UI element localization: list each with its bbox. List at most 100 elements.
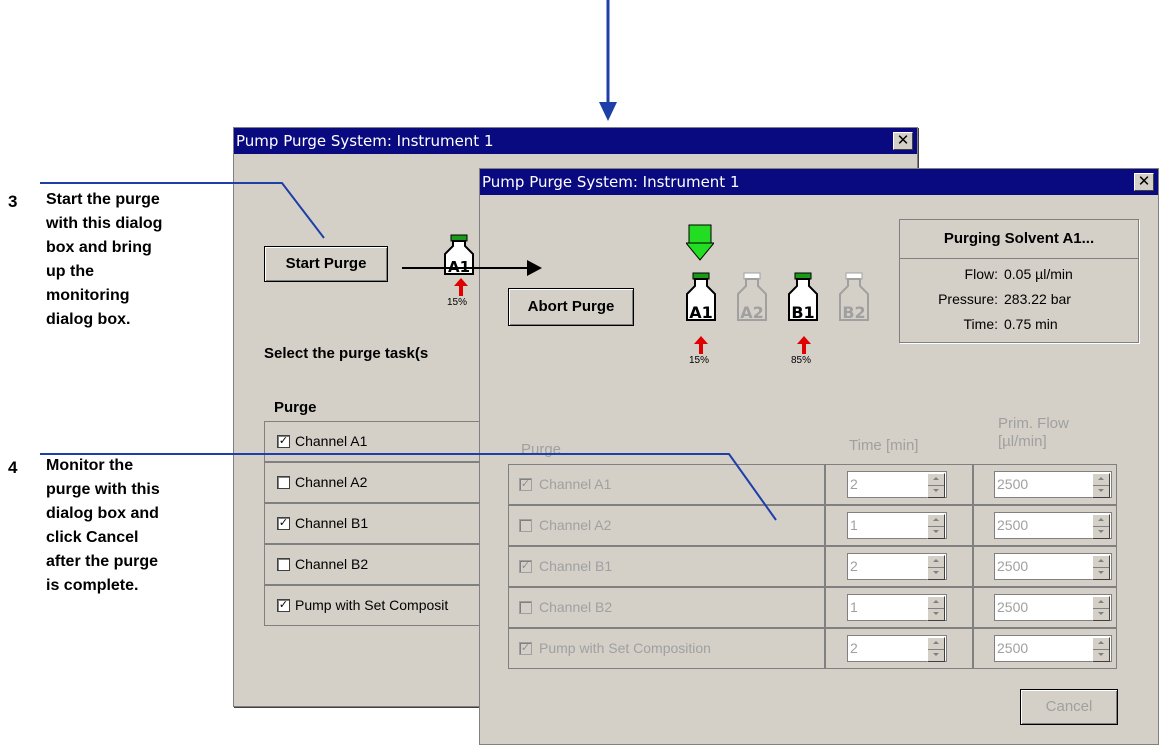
checkbox-b2[interactable] [519, 601, 532, 614]
bottle-a1-icon: A1 [686, 272, 716, 322]
back-dialog-titlebar: Pump Purge System: Instrument 1 ✕ [234, 128, 917, 154]
back-checkbox-b1[interactable]: ✓ [277, 517, 290, 530]
row-time-cell: 1 [825, 505, 973, 546]
back-row-label: Channel B1 [295, 515, 369, 531]
row-channel-a1: ✓ Channel A1 [508, 464, 825, 505]
checkbox-b1[interactable]: ✓ [519, 560, 532, 573]
time-spinner[interactable]: 2 [847, 635, 947, 662]
step-4-text: Monitor the purge with this dialog box a… [46, 457, 160, 594]
bottle-a2-icon: A2 [737, 272, 767, 322]
back-bottle-a1-icon: A1 [444, 234, 474, 276]
status-panel: Purging Solvent A1... Flow: 0.05 µl/min … [899, 219, 1139, 343]
spinner-buttons[interactable] [1092, 596, 1110, 621]
row-channel-a2: Channel A2 [508, 505, 825, 546]
row-flow-cell: 2500 [973, 628, 1117, 669]
back-row-label: Pump with Set Composit [295, 597, 449, 613]
row-label: Channel A1 [539, 476, 612, 492]
row-label: Channel B1 [539, 558, 613, 574]
row-set-composition: ✓ Pump with Set Composition [508, 628, 825, 669]
time-label: Time: [963, 316, 998, 332]
row-time-cell: 2 [825, 628, 973, 669]
svg-text:B2: B2 [842, 303, 865, 322]
col-flow-header-1: Prim. Flow [998, 415, 1069, 432]
row-flow-cell: 2500 [973, 464, 1117, 505]
back-checkbox-a1[interactable]: ✓ [277, 435, 290, 448]
step-3-text: Start the purge with this dialog box and… [46, 191, 163, 328]
abort-purge-button[interactable]: Abort Purge [508, 288, 634, 326]
flow-spinner[interactable]: 2500 [994, 635, 1112, 662]
flow-spinner[interactable]: 2500 [994, 553, 1112, 580]
pressure-label: Pressure: [938, 291, 998, 307]
col-flow-header-2: [µl/min] [998, 433, 1047, 450]
spinner-buttons[interactable] [1092, 514, 1110, 539]
row-time-cell: 1 [825, 587, 973, 628]
step-4-number: 4 [8, 458, 18, 477]
row-time-cell: 2 [825, 464, 973, 505]
row-flow-cell: 2500 [973, 546, 1117, 587]
back-row-label: Channel A2 [295, 474, 368, 490]
col-time-header: Time [min] [849, 437, 919, 454]
top-down-arrow [599, 0, 617, 121]
row-flow-cell: 2500 [973, 505, 1117, 546]
row-channel-b2: Channel B2 [508, 587, 825, 628]
row-label: Channel A2 [539, 517, 612, 533]
checkbox-a2[interactable] [519, 519, 532, 532]
red-arrow-a1-icon [694, 336, 708, 354]
red-arrow-b1-icon [797, 336, 811, 354]
flow-value: 0.05 µl/min [1004, 266, 1073, 282]
back-checkbox-a2[interactable] [277, 476, 290, 489]
bottle-b2-icon: B2 [839, 272, 869, 322]
back-dialog-title: Pump Purge System: Instrument 1 [236, 132, 494, 150]
spinner-buttons[interactable] [1092, 473, 1110, 498]
start-purge-button[interactable]: Start Purge [264, 246, 388, 282]
checkbox-composition[interactable]: ✓ [519, 642, 532, 655]
time-value: 0.75 min [1004, 316, 1058, 332]
svg-text:B1: B1 [791, 303, 814, 322]
valve-icon [686, 224, 714, 261]
time-spinner[interactable]: 2 [847, 553, 947, 580]
select-task-text: Select the purge task(s [264, 345, 429, 362]
back-red-arrow-icon [454, 278, 468, 296]
row-time-cell: 2 [825, 546, 973, 587]
row-label: Pump with Set Composition [539, 640, 711, 656]
spinner-buttons[interactable] [927, 514, 945, 539]
back-row-label: Channel A1 [295, 433, 368, 449]
time-spinner[interactable]: 2 [847, 471, 947, 498]
front-dialog-title: Pump Purge System: Instrument 1 [482, 173, 740, 191]
row-channel-b1: ✓ Channel B1 [508, 546, 825, 587]
back-row-label: Channel B2 [295, 556, 369, 572]
bottle-b1-pct: 85% [791, 355, 812, 366]
flow-label: Flow: [964, 266, 998, 282]
bottle-b1-icon: B1 [788, 272, 818, 322]
back-checkbox-b2[interactable] [277, 558, 290, 571]
checkbox-a1[interactable]: ✓ [519, 478, 532, 491]
spinner-buttons[interactable] [1092, 637, 1110, 662]
row-label: Channel B2 [539, 599, 613, 615]
spinner-buttons[interactable] [927, 555, 945, 580]
svg-text:A1: A1 [689, 303, 713, 322]
status-heading: Purging Solvent A1... [943, 230, 1095, 247]
pressure-value: 283.22 bar [1004, 291, 1071, 307]
svg-text:A2: A2 [740, 303, 764, 322]
cancel-button[interactable]: Cancel [1020, 689, 1118, 725]
back-bottle-pct: 15% [447, 297, 468, 308]
back-purge-header: Purge [274, 399, 317, 416]
front-close-icon[interactable]: ✕ [1134, 173, 1154, 191]
svg-text:A1: A1 [448, 258, 470, 276]
back-checkbox-composition[interactable]: ✓ [277, 599, 290, 612]
spinner-buttons[interactable] [927, 596, 945, 621]
back-close-icon[interactable]: ✕ [893, 132, 913, 150]
step-3-number: 3 [8, 192, 18, 211]
flow-spinner[interactable]: 2500 [994, 471, 1112, 498]
front-dialog-titlebar: Pump Purge System: Instrument 1 ✕ [480, 169, 1158, 195]
time-spinner[interactable]: 1 [847, 594, 947, 621]
col-purge-header: Purge [521, 441, 562, 458]
spinner-buttons[interactable] [927, 637, 945, 662]
row-flow-cell: 2500 [973, 587, 1117, 628]
flow-spinner[interactable]: 2500 [994, 512, 1112, 539]
spinner-buttons[interactable] [927, 473, 945, 498]
time-spinner[interactable]: 1 [847, 512, 947, 539]
bottle-a1-pct: 15% [689, 355, 710, 366]
flow-spinner[interactable]: 2500 [994, 594, 1112, 621]
spinner-buttons[interactable] [1092, 555, 1110, 580]
